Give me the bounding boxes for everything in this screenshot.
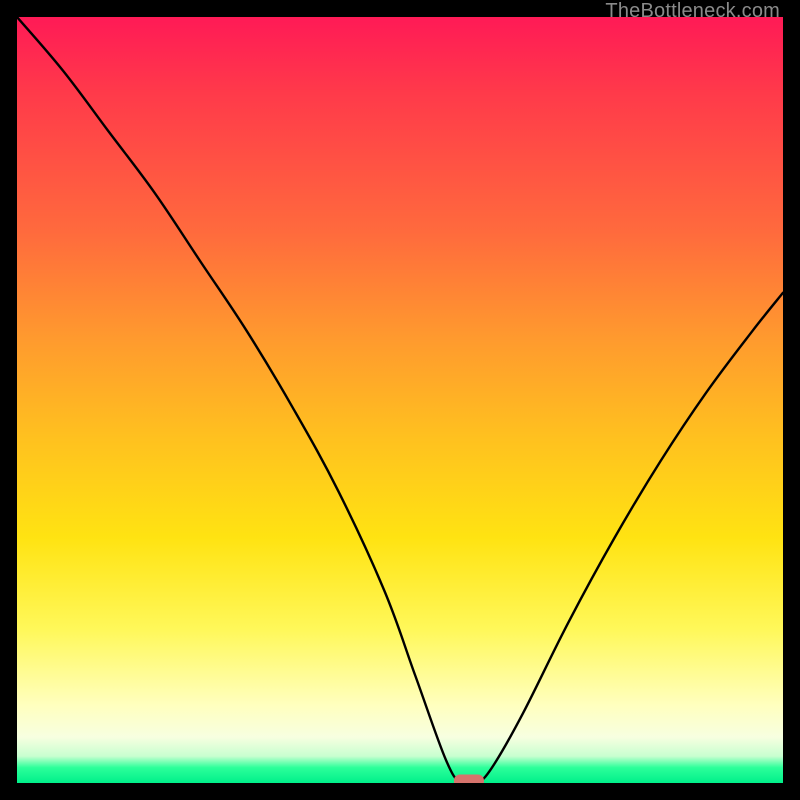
- plot-area: [17, 17, 783, 783]
- chart-frame: TheBottleneck.com: [0, 0, 800, 800]
- attribution-text: TheBottleneck.com: [605, 0, 780, 23]
- bottleneck-curve: [17, 17, 783, 783]
- curve-path: [17, 17, 783, 783]
- minimum-marker: [454, 775, 484, 784]
